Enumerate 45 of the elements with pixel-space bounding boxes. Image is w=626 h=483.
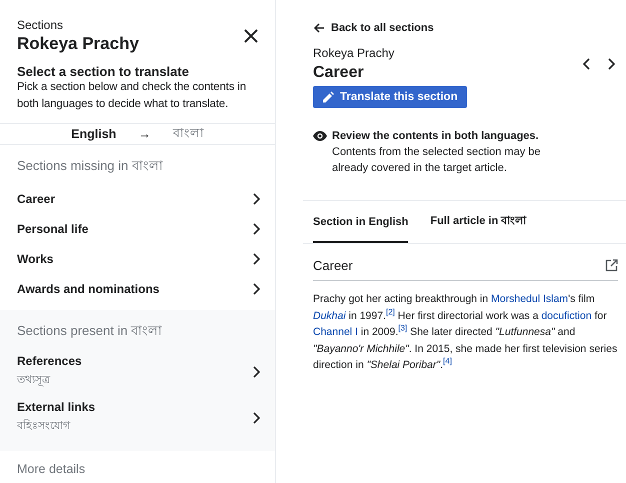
group-heading: Sections missing in বাংলা xyxy=(16,157,164,175)
section-name: Awards and nominations xyxy=(17,282,160,296)
target-language: বাংলা xyxy=(172,125,204,142)
target-section-name: বহিঃসংযোগ xyxy=(17,418,72,434)
section-item[interactable]: Career xyxy=(0,184,275,214)
section-name: References xyxy=(17,354,82,368)
section-name: Personal life xyxy=(17,222,88,236)
target-section-name: তথ্যসূত্র xyxy=(17,373,52,388)
text-link[interactable]: docufiction xyxy=(541,310,592,322)
eye-icon xyxy=(313,131,327,141)
text-link[interactable]: Dukhai xyxy=(313,310,346,322)
panel-label: Sections xyxy=(17,18,64,32)
content-heading: Career xyxy=(313,258,353,273)
pencil-icon xyxy=(322,91,334,103)
back-arrow-icon xyxy=(313,22,325,34)
citation-link[interactable]: [3] xyxy=(398,324,408,332)
section-item[interactable]: Works xyxy=(0,244,275,274)
translate-button[interactable]: Translate this section xyxy=(313,86,467,108)
text-link[interactable]: Morshedul Islam xyxy=(491,293,568,305)
group-heading: Sections present in বাংলা xyxy=(16,322,164,340)
source-language: English xyxy=(71,127,116,141)
view-tab[interactable]: Section in English xyxy=(313,201,408,243)
citation-link[interactable]: [2] xyxy=(386,307,395,316)
citation-link[interactable]: [4] xyxy=(443,356,452,366)
more-details-link[interactable]: More details xyxy=(0,451,275,483)
section-paragraph: Prachy got her acting breakthrough in Morshedul Islam's film Dukhai in 1997.$^{[2]}$ Her first directorial work was a docufiction for Channel I in 2009.$^{[3]}$ She later directed "Lutfunnesa" and "Bayanno'r Michhile". In 2015, she made her first television series direction in "Shelai Poribar".$^{[4]}$ xyxy=(313,292,618,373)
article-title: Rokeya Prachy xyxy=(17,34,139,54)
section-title: Career xyxy=(313,64,365,82)
section-name: Career xyxy=(17,192,56,206)
section-item[interactable]: Awards and nominations xyxy=(0,274,275,304)
section-item[interactable]: External links বহিঃসংযোগ xyxy=(0,395,275,441)
instruction-heading: Select a section to translate xyxy=(17,64,190,79)
view-tab[interactable]: Full article in বাংলা xyxy=(430,201,526,243)
section-name: Works xyxy=(17,252,54,266)
section-name: External links xyxy=(17,400,96,414)
article-name: Rokeya Prachy xyxy=(313,46,394,60)
instruction-text: Pick a section below and check the contents in both languages to decide what to translate. xyxy=(17,80,248,112)
notice-text: Contents from the selected section may be already covered in the target article. xyxy=(332,145,542,176)
direction-arrow: → xyxy=(138,127,151,141)
external-link-icon[interactable] xyxy=(605,259,618,272)
back-link[interactable]: Back to all sections xyxy=(313,22,626,34)
section-item[interactable]: References তথ্যসূত্র xyxy=(0,349,275,395)
text-link[interactable]: Channel I xyxy=(313,326,358,338)
notice-title: Review the contents in both languages. xyxy=(332,129,540,144)
section-item[interactable]: Personal life xyxy=(0,214,275,244)
